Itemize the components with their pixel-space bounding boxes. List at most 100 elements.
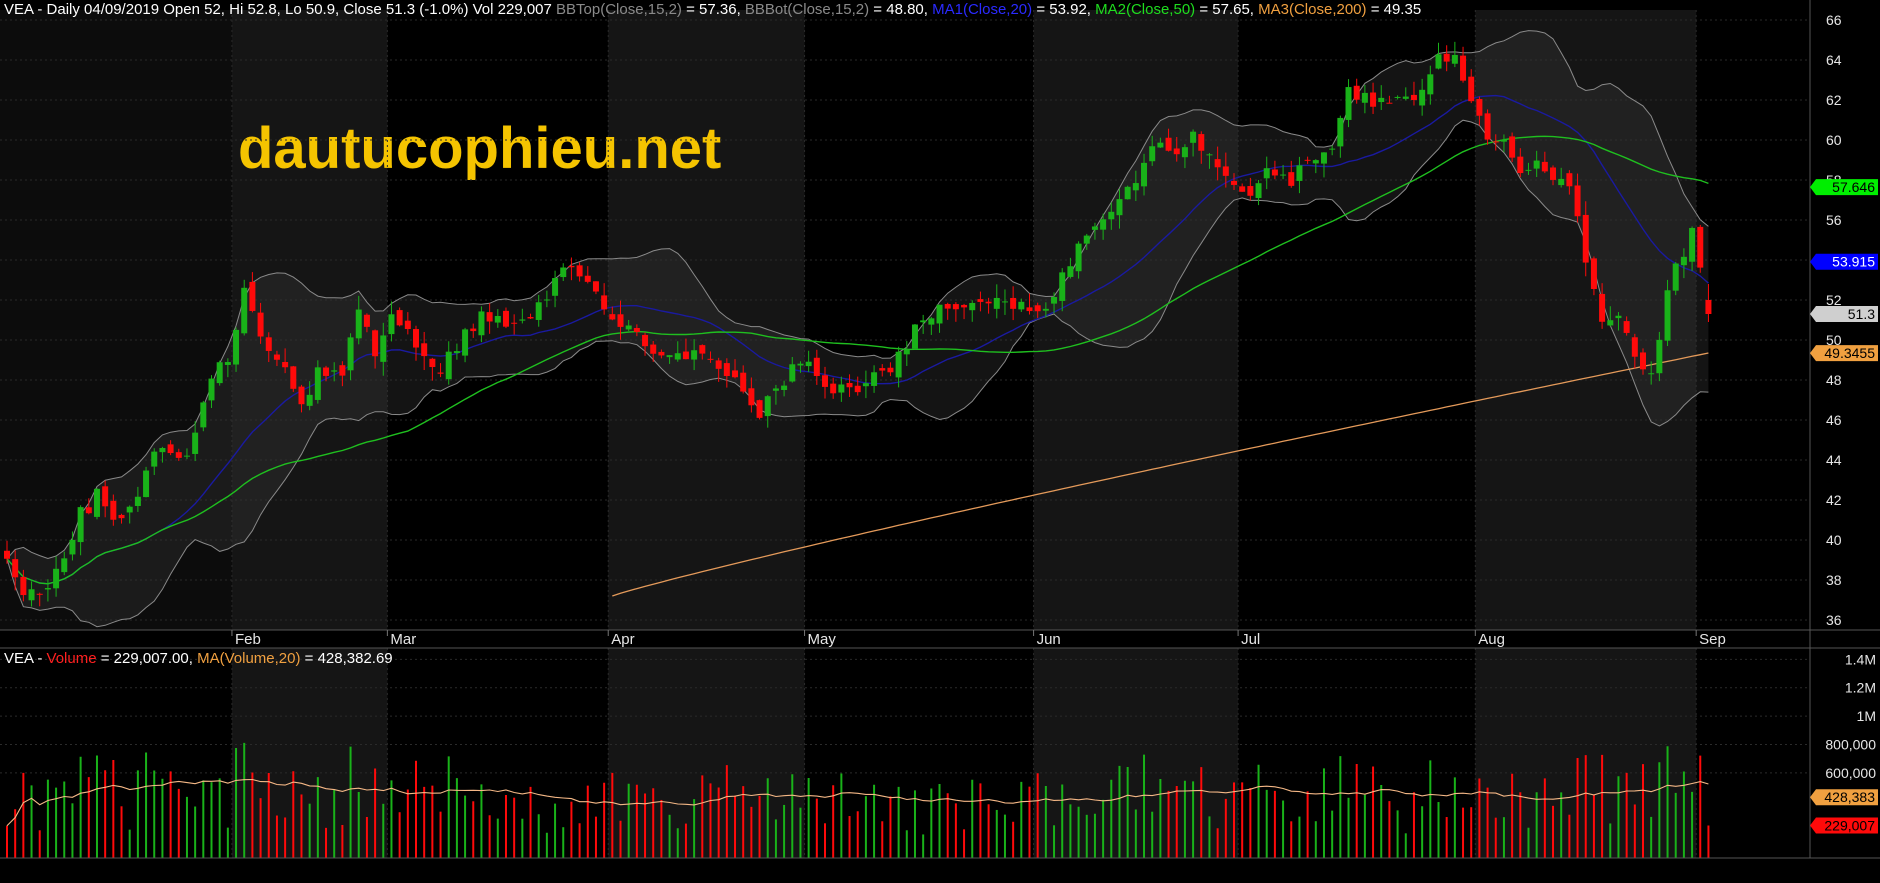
candle-body: [633, 328, 640, 332]
candle-body: [1271, 169, 1278, 176]
volume-tick-label: 1.4M: [1845, 651, 1876, 667]
month-label: Feb: [235, 631, 261, 648]
candle-body: [715, 360, 722, 369]
candle-body: [658, 351, 665, 356]
candle-body: [871, 372, 878, 386]
candle-body: [331, 370, 338, 372]
candle-body: [772, 388, 779, 391]
volume-tick-label: 1.2M: [1845, 680, 1876, 696]
candle-body: [53, 568, 60, 589]
candle-body: [118, 514, 125, 519]
candle-body: [1116, 199, 1123, 216]
candle-body: [723, 363, 730, 377]
candle-body: [1124, 186, 1131, 200]
candle-body: [1599, 293, 1606, 322]
volume-tick-label: 600,000: [1825, 765, 1876, 781]
candle-body: [355, 309, 362, 339]
candle-body: [1435, 54, 1442, 69]
month-label: Jul: [1241, 631, 1260, 648]
candle-body: [1157, 142, 1164, 148]
candle-body: [1075, 243, 1082, 272]
candle-body: [1550, 167, 1557, 180]
volume-ma-tag: 428,383: [1810, 789, 1878, 806]
candle-body: [77, 507, 84, 543]
candle-body: [1001, 301, 1008, 303]
candle-body: [273, 354, 280, 360]
price-tick-label: 44: [1826, 452, 1842, 468]
candle-body: [462, 329, 469, 356]
candle-body: [732, 370, 739, 378]
candle-body: [781, 385, 788, 391]
candle-body: [1640, 352, 1646, 370]
candle-body: [666, 355, 673, 358]
candle-body: [1083, 235, 1090, 244]
candle-body: [298, 386, 305, 405]
volume-last-tag: 229,007: [1810, 817, 1878, 834]
candle-body: [372, 330, 379, 357]
candle-body: [862, 383, 869, 387]
candle-body: [764, 396, 771, 417]
candle-body: [323, 367, 330, 376]
price-tick-label: 46: [1826, 412, 1842, 428]
month-label: Aug: [1478, 631, 1505, 648]
candle-body: [1345, 87, 1352, 120]
candle-body: [1337, 117, 1344, 147]
candle-body: [1672, 263, 1679, 291]
candle-body: [143, 470, 150, 498]
stock-chart[interactable]: dautucophieu.net 36384042444648505254565…: [0, 0, 1880, 878]
candle-body: [36, 593, 43, 595]
candle-body: [1705, 300, 1712, 314]
candle-body: [879, 368, 886, 371]
candle-body: [903, 349, 910, 355]
candle-body: [200, 402, 207, 428]
candle-body: [20, 576, 27, 596]
candle-body: [1402, 96, 1409, 99]
candle-body: [1067, 266, 1074, 277]
candle-body: [110, 500, 117, 520]
candle-body: [1190, 131, 1197, 143]
candle-body: [642, 334, 649, 347]
candle-body: [167, 444, 174, 454]
candle-body: [519, 319, 526, 321]
candle-body: [192, 432, 199, 454]
ma20-tag: 53.915: [1810, 253, 1878, 270]
candle-body: [1574, 185, 1581, 217]
candle-body: [1042, 308, 1049, 311]
candle-body: [674, 353, 681, 360]
candle-body: [470, 328, 477, 332]
candle-body: [1132, 183, 1139, 191]
volume-chart-header: VEA - Volume = 229,007.00, MA(Volume,20)…: [4, 650, 393, 667]
candle-body: [1051, 297, 1058, 304]
last-price-tag: 51.3: [1810, 306, 1878, 322]
price-tick-label: 66: [1826, 12, 1842, 28]
chart-canvas[interactable]: dautucophieu.net 36384042444648505254565…: [0, 0, 1880, 878]
candle-body: [756, 400, 763, 418]
candle-body: [1353, 85, 1360, 100]
candle-body: [1590, 258, 1597, 289]
candle-body: [1018, 301, 1025, 310]
candle-body: [1697, 226, 1704, 268]
candle-body: [625, 325, 632, 330]
candle-body: [1451, 54, 1458, 64]
candle-body: [601, 295, 608, 310]
volume-tick-label: 1M: [1857, 708, 1876, 724]
candle-body: [233, 329, 240, 365]
candle-body: [797, 363, 804, 366]
candle-body: [388, 314, 395, 335]
candle-body: [486, 312, 493, 322]
candle-body: [396, 310, 403, 326]
candle-body: [822, 375, 828, 387]
price-tick-label: 60: [1826, 132, 1842, 148]
candle-body: [1206, 154, 1213, 156]
candle-body: [1100, 219, 1107, 230]
candle-body: [1173, 148, 1180, 155]
candle-body: [1222, 166, 1229, 176]
candle-body: [609, 314, 616, 320]
price-tick-label: 52: [1826, 292, 1842, 308]
candle-body: [887, 367, 894, 373]
svg-text:57.646: 57.646: [1832, 179, 1875, 195]
candle-body: [1141, 162, 1148, 187]
candle-body: [249, 281, 256, 311]
watermark-logo: dautucophieu.net: [238, 116, 721, 181]
candle-body: [1443, 53, 1450, 62]
